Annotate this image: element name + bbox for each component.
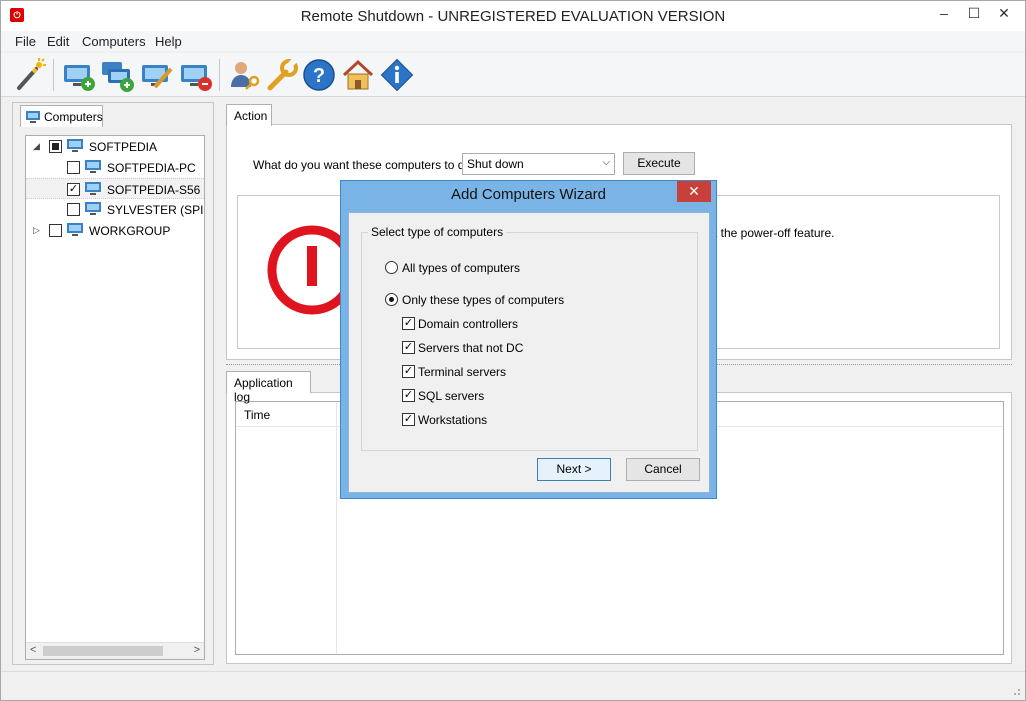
execute-button[interactable]: Execute — [623, 152, 695, 175]
help-icon[interactable]: ? — [301, 57, 337, 93]
radio-all-types-label[interactable]: All types of computers — [402, 261, 520, 275]
scroll-left-icon[interactable]: < — [30, 644, 36, 656]
computers-tree[interactable]: ◢ SOFTPEDIA SOFTPEDIA-PC ✓ SOFTPEDIA-S56… — [25, 135, 205, 660]
add-computer-icon[interactable] — [61, 57, 97, 93]
collapse-arrow-icon[interactable]: ◢ — [33, 141, 40, 152]
tab-action[interactable]: Action — [226, 104, 272, 126]
radio-all-types[interactable] — [385, 261, 398, 274]
add-group-icon[interactable] — [100, 57, 136, 93]
tree-item-label: SYLVESTER (SPIS — [107, 203, 203, 217]
tree-item-softpedia-s56[interactable]: ✓ SOFTPEDIA-S56 — [26, 178, 204, 199]
computers-panel: Computers ◢ SOFTPEDIA SOFTPEDIA-PC ✓ SOF… — [12, 102, 214, 665]
tree-item-label: WORKGROUP — [89, 224, 171, 238]
action-select-value: Shut down — [467, 157, 524, 171]
dialog-title: Add Computers Wizard — [450, 186, 607, 203]
scroll-right-icon[interactable]: > — [194, 644, 200, 656]
chevron-down-icon: ⌵ — [602, 157, 610, 168]
dialog-close-button[interactable]: ✕ — [677, 181, 711, 202]
group-label: Select type of computers — [368, 225, 507, 239]
wizard-icon[interactable] — [12, 57, 48, 93]
checkbox-label[interactable]: Terminal servers — [418, 365, 506, 379]
maximize-button[interactable]: ☐ — [959, 2, 989, 26]
menu-edit[interactable]: Edit — [47, 34, 69, 49]
menu-computers[interactable]: Computers — [82, 34, 146, 49]
checkbox-terminal-servers[interactable]: ✓ — [402, 365, 415, 378]
computer-icon — [26, 111, 40, 123]
close-button[interactable]: ✕ — [989, 2, 1019, 26]
computer-type-group: Select type of computers All types of co… — [361, 225, 698, 451]
checkbox-domain-controllers[interactable]: ✓ — [402, 317, 415, 330]
checkbox-label[interactable]: Workstations — [418, 413, 487, 427]
svg-text:?: ? — [313, 65, 325, 87]
tree-checkbox[interactable]: ✓ — [67, 183, 80, 196]
checkbox-label[interactable]: Servers that not DC — [418, 341, 523, 355]
radio-only-these-label[interactable]: Only these types of computers — [402, 293, 564, 307]
next-button[interactable]: Next > — [537, 458, 611, 481]
toolbar: ? — [1, 53, 1025, 97]
column-divider — [336, 402, 337, 654]
tree-checkbox[interactable] — [67, 161, 80, 174]
menu-file[interactable]: File — [15, 34, 36, 49]
resize-grip-icon[interactable] — [1011, 686, 1021, 696]
menu-bar: File Edit Computers Help — [1, 31, 1025, 51]
add-computers-wizard-dialog: Add Computers Wizard ✕ Select type of co… — [340, 180, 717, 499]
tree-item-label: SOFTPEDIA-S56 — [107, 183, 201, 197]
dialog-body: Select type of computers All types of co… — [348, 212, 710, 493]
tree-item-workgroup[interactable]: ▷ WORKGROUP — [26, 220, 204, 241]
tree-item-softpedia-pc[interactable]: SOFTPEDIA-PC — [26, 157, 204, 178]
scroll-thumb[interactable] — [43, 646, 163, 656]
cancel-button[interactable]: Cancel — [626, 458, 700, 481]
action-question: What do you want these computers to do: — [253, 158, 475, 172]
checkbox-servers-not-dc[interactable]: ✓ — [402, 341, 415, 354]
minimize-button[interactable]: – — [929, 2, 959, 26]
action-select[interactable]: Shut down ⌵ — [462, 153, 615, 175]
menu-help[interactable]: Help — [155, 34, 182, 49]
checkbox-sql-servers[interactable]: ✓ — [402, 389, 415, 402]
checkbox-label[interactable]: SQL servers — [418, 389, 484, 403]
column-header-time[interactable]: Time — [244, 408, 270, 422]
checkbox-workstations[interactable]: ✓ — [402, 413, 415, 426]
toolbar-separator — [53, 59, 54, 91]
domain-icon — [67, 223, 83, 236]
computer-icon — [85, 202, 101, 215]
tree-item-label: SOFTPEDIA-PC — [107, 161, 196, 175]
tab-application-log[interactable]: Application log — [226, 371, 311, 404]
window-title: Remote Shutdown - UNREGISTERED EVALUATIO… — [300, 8, 726, 25]
radio-only-these-types[interactable] — [385, 293, 398, 306]
info-icon[interactable] — [379, 57, 415, 93]
horizontal-scrollbar[interactable]: < > — [26, 642, 204, 659]
checkbox-label[interactable]: Domain controllers — [418, 317, 518, 331]
tree-checkbox[interactable] — [67, 203, 80, 216]
title-bar: ⏻ Remote Shutdown - UNREGISTERED EVALUAT… — [1, 1, 1025, 31]
main-window: ⏻ Remote Shutdown - UNREGISTERED EVALUAT… — [0, 0, 1026, 701]
tree-checkbox[interactable] — [49, 224, 62, 237]
computer-icon — [85, 182, 101, 195]
domain-icon — [67, 139, 83, 152]
expand-arrow-icon[interactable]: ▷ — [33, 225, 40, 236]
computer-icon — [85, 160, 101, 173]
user-key-icon[interactable] — [227, 57, 263, 93]
tree-checkbox[interactable] — [49, 140, 62, 153]
wrench-icon[interactable] — [264, 57, 300, 93]
tree-item-softpedia[interactable]: ◢ SOFTPEDIA — [26, 136, 204, 157]
tree-item-label: SOFTPEDIA — [89, 140, 158, 154]
toolbar-separator — [219, 59, 220, 91]
tree-item-sylvester[interactable]: SYLVESTER (SPIS — [26, 199, 204, 220]
tab-computers[interactable]: Computers — [20, 105, 103, 127]
status-bar — [1, 671, 1025, 700]
remove-computer-icon[interactable] — [178, 57, 214, 93]
home-icon[interactable] — [340, 57, 376, 93]
action-info-text: t the power-off feature. — [714, 226, 835, 240]
edit-computer-icon[interactable] — [139, 57, 175, 93]
tab-computers-label: Computers — [44, 110, 103, 124]
